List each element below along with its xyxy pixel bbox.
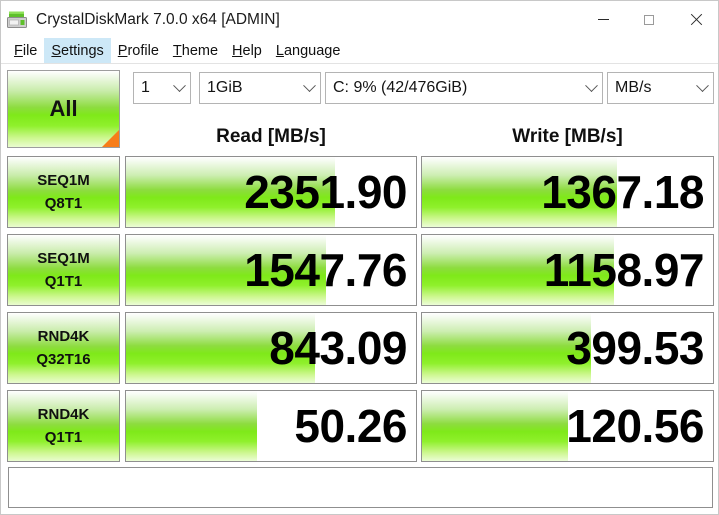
read-result-rnd4k-q1t1: 50.26 (125, 390, 417, 462)
table-row: SEQ1M Q8T1 2351.90 1367.18 (1, 156, 719, 228)
chevron-down-icon (298, 78, 320, 93)
menu-label-profile: rofile (127, 42, 159, 59)
read-value: 2351.90 (244, 166, 407, 218)
menu-bar: File Settings Profile Theme Help Languag… (1, 38, 718, 64)
test-label-sub: Q1T1 (44, 429, 83, 446)
read-result-seq1m-q8t1: 2351.90 (125, 156, 417, 228)
chevron-down-icon (580, 78, 602, 93)
crystaldiskmark-icon (6, 9, 28, 31)
write-column-header: Write [MB/s] (512, 126, 623, 147)
read-value: 1547.76 (244, 244, 407, 296)
test-size-dropdown[interactable]: 1GiB (199, 72, 321, 104)
test-button-rnd4k-q1t1[interactable]: RND4K Q1T1 (7, 390, 120, 462)
chevron-down-icon (691, 78, 713, 93)
target-drive-dropdown[interactable]: C: 9% (42/476GiB) (325, 72, 603, 104)
measurement-unit-dropdown[interactable]: MB/s (607, 72, 714, 104)
results-table: SEQ1M Q8T1 2351.90 1367.18 SEQ1M Q1T1 15… (1, 156, 719, 468)
crystaldiskmark-window: CrystalDiskMark 7.0.0 x64 [ADMIN] File S… (0, 0, 719, 515)
maximize-icon (644, 14, 654, 25)
menu-accel-theme: T (172, 42, 182, 59)
test-label-main: RND4K (37, 327, 90, 345)
menu-accel-profile: P (117, 42, 128, 59)
target-drive-value: C: 9% (42/476GiB) (333, 79, 468, 96)
measurement-unit-value: MB/s (615, 79, 652, 96)
toolbar: All 1 1GiB C: 9% (42/476GiB) MB/s (7, 70, 714, 148)
close-icon (689, 13, 702, 26)
read-result-rnd4k-q32t16: 843.09 (125, 312, 417, 384)
write-value: 1367.18 (541, 166, 704, 218)
write-result-seq1m-q8t1: 1367.18 (421, 156, 714, 228)
write-result-rnd4k-q32t16: 399.53 (421, 312, 714, 384)
menu-accel-file: F (14, 42, 23, 59)
comment-box[interactable] (8, 467, 713, 508)
write-result-rnd4k-q1t1: 120.56 (421, 390, 714, 462)
test-label-sub: Q1T1 (44, 273, 83, 290)
write-value: 1158.97 (543, 244, 705, 296)
maximize-button[interactable] (626, 1, 672, 38)
menu-item-settings[interactable]: Settings (44, 38, 111, 63)
minimize-icon (597, 19, 609, 20)
test-button-rnd4k-q32t16[interactable]: RND4K Q32T16 (7, 312, 120, 384)
read-column-header: Read [MB/s] (216, 126, 326, 147)
write-bar-fill (422, 391, 568, 461)
menu-label-theme: heme (181, 42, 219, 59)
test-count-dropdown[interactable]: 1 (133, 72, 191, 104)
write-result-seq1m-q1t1: 1158.97 (421, 234, 714, 306)
test-count-value: 1 (141, 79, 150, 96)
window-title: CrystalDiskMark 7.0.0 x64 [ADMIN] (36, 10, 280, 28)
read-value: 50.26 (294, 400, 407, 452)
test-label-sub: Q32T16 (36, 351, 91, 368)
comment-text (9, 468, 712, 476)
menu-accel-settings: S (51, 42, 62, 59)
minimize-button[interactable] (580, 1, 626, 38)
run-all-label: All (49, 96, 78, 121)
menu-item-help[interactable]: Help (225, 38, 269, 63)
write-value: 120.56 (566, 400, 704, 452)
menu-item-theme[interactable]: Theme (166, 38, 225, 63)
menu-item-file[interactable]: File (7, 38, 44, 63)
menu-label-file: ile (22, 42, 38, 59)
menu-label-language: anguage (283, 42, 341, 59)
table-row: RND4K Q32T16 843.09 399.53 (1, 312, 719, 384)
title-bar: CrystalDiskMark 7.0.0 x64 [ADMIN] (1, 1, 718, 38)
test-label-main: RND4K (37, 405, 90, 423)
test-button-seq1m-q1t1[interactable]: SEQ1M Q1T1 (7, 234, 120, 306)
menu-label-help: elp (242, 42, 262, 59)
test-size-value: 1GiB (207, 79, 243, 96)
read-bar-fill (126, 391, 257, 461)
read-value: 843.09 (269, 322, 407, 374)
menu-label-settings: ettings (61, 42, 104, 59)
menu-accel-language: L (275, 42, 284, 59)
column-headers: Read [MB/s] Write [MB/s] (1, 126, 719, 154)
window-controls (580, 1, 718, 38)
test-label-sub: Q8T1 (44, 195, 83, 212)
menu-item-language[interactable]: Language (269, 38, 348, 63)
table-row: SEQ1M Q1T1 1547.76 1158.97 (1, 234, 719, 306)
test-button-seq1m-q8t1[interactable]: SEQ1M Q8T1 (7, 156, 120, 228)
menu-item-profile[interactable]: Profile (111, 38, 166, 63)
test-label-main: SEQ1M (37, 249, 90, 267)
close-button[interactable] (672, 1, 718, 38)
write-value: 399.53 (566, 322, 704, 374)
menu-accel-help: H (232, 42, 243, 59)
read-result-seq1m-q1t1: 1547.76 (125, 234, 417, 306)
test-label-main: SEQ1M (37, 171, 90, 189)
table-row: RND4K Q1T1 50.26 120.56 (1, 390, 719, 462)
chevron-down-icon (168, 78, 190, 93)
